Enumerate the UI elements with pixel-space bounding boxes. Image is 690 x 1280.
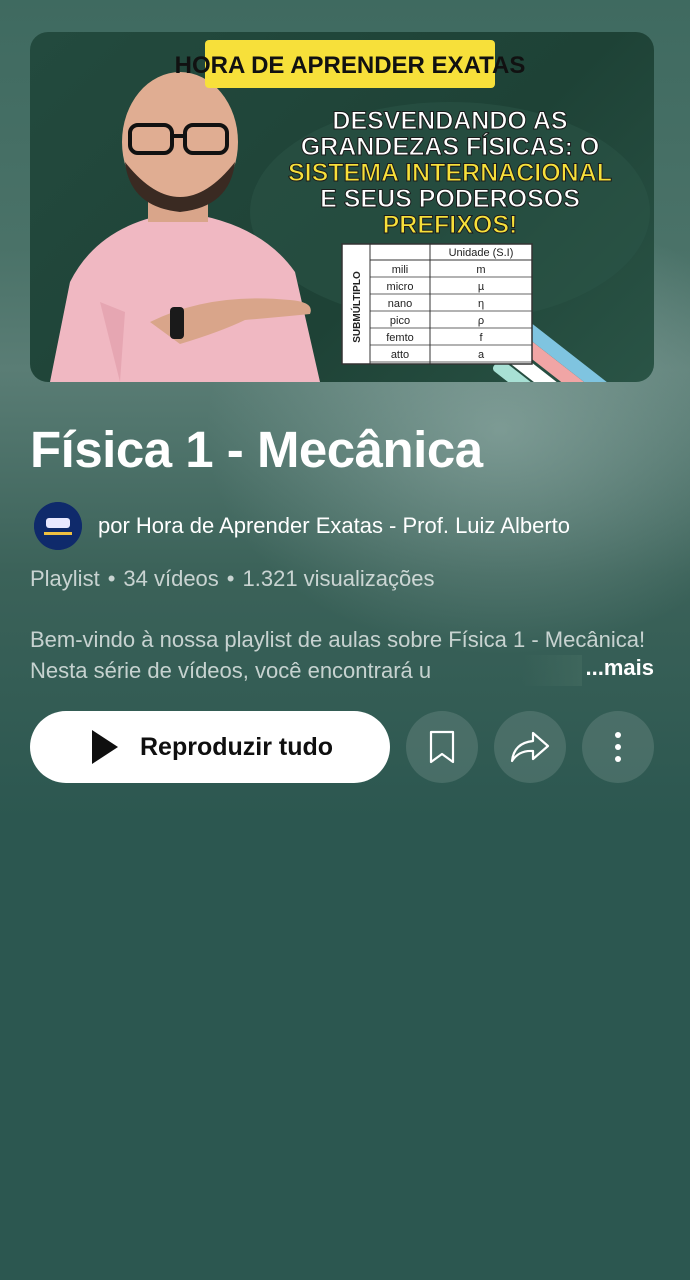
prefix-table: Unidade (S.I) SUBMÚLTIPLO mili m micro µ nan… [341,243,533,365]
playlist-title: Física 1 - Mecânica [30,421,483,478]
headline-line1: DESVENDANDO AS [332,107,567,135]
play-all-label: Reproduzir tudo [140,732,334,761]
table-symbol: µ [478,281,485,293]
table-symbol: ρ [478,315,484,327]
headline-line2: GRANDEZAS FÍSICAS: O [301,132,600,161]
meta-separator: • [107,566,116,591]
headline-line3: SISTEMA INTERNACIONAL [288,159,612,187]
table-prefix: pico [390,315,410,327]
table-side-label: SUBMÚLTIPLO [350,271,363,343]
share-icon [510,731,550,763]
channel-row[interactable]: por Hora de Aprender Exatas - Prof. Luiz… [34,502,570,550]
meta-separator: • [226,566,235,591]
playlist-type: Playlist [30,566,100,591]
description-fade [522,655,582,686]
more-link[interactable]: ...mais [586,652,654,683]
table-prefix: mili [392,264,409,276]
table-symbol: m [476,264,485,276]
video-count: 34 vídeos [123,566,219,591]
table-prefix: atto [391,349,409,361]
share-button[interactable] [494,711,566,783]
playlist-description[interactable]: Bem-vindo à nossa playlist de aulas sobr… [30,624,654,686]
table-prefix: femto [386,332,414,344]
table-symbol: a [478,349,485,361]
channel-avatar[interactable] [34,502,82,550]
headline-line5: PREFIXOS! [383,211,518,239]
table-prefix: nano [388,298,412,310]
table-prefix: micro [387,281,414,293]
table-symbol: η [478,298,484,310]
banner-text: HORA DE APRENDER EXATAS [175,52,526,79]
more-vert-icon [615,732,621,762]
table-header: Unidade (S.I) [449,247,514,259]
play-icon [92,730,118,764]
bookmark-icon [429,730,455,764]
play-all-button[interactable]: Reproduzir tudo [30,711,390,783]
channel-name[interactable]: por Hora de Aprender Exatas - Prof. Luiz… [98,513,570,539]
save-button[interactable] [406,711,478,783]
playlist-meta: Playlist • 34 vídeos • 1.321 visualizaçõ… [30,566,435,592]
playlist-thumbnail[interactable]: HORA DE APRENDER EXATAS DESVENDANDO AS G… [30,32,654,382]
more-actions-button[interactable] [582,711,654,783]
headline-line4: E SEUS PODEROSOS [320,185,580,213]
view-count: 1.321 visualizações [242,566,435,591]
